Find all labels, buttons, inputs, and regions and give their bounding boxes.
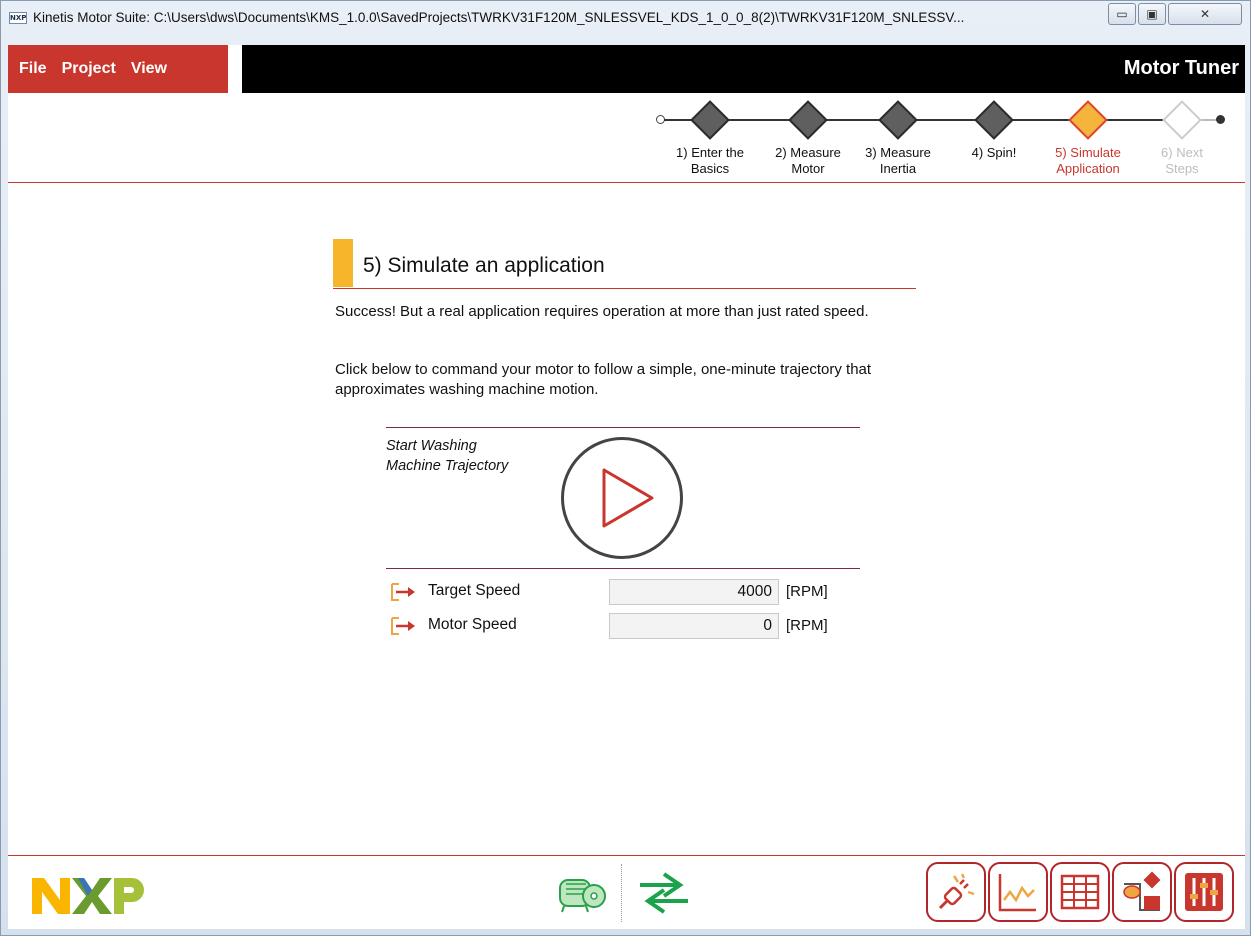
menu-group: File Project View bbox=[8, 45, 228, 93]
step-4-line1: 4) Spin! bbox=[971, 145, 1017, 160]
section-header: 5) Simulate an application bbox=[333, 239, 916, 289]
step-3-marker[interactable] bbox=[878, 100, 918, 140]
motor-status-icon bbox=[559, 879, 606, 913]
trajectory-label: Start Washing Machine Trajectory bbox=[386, 436, 508, 476]
step-1-line2: Basics bbox=[690, 161, 730, 176]
tuning-icon bbox=[1185, 873, 1223, 911]
page-title: 5) Simulate an application bbox=[363, 254, 605, 277]
target-speed-row: Target Speed 4000 [RPM] bbox=[390, 577, 850, 605]
section-accent-bar bbox=[333, 239, 353, 287]
tuning-tool-button[interactable] bbox=[1174, 862, 1234, 922]
target-speed-label: Target Speed bbox=[428, 582, 521, 599]
footer-bar bbox=[8, 855, 1245, 929]
menu-file[interactable]: File bbox=[19, 60, 47, 78]
step-3-line2: Inertia bbox=[879, 161, 917, 176]
step-5-line1: 5) Simulate bbox=[1055, 145, 1121, 160]
step-5-label[interactable]: 5) Simulate Application bbox=[1043, 145, 1133, 177]
instruction-paragraph: Click below to command your motor to fol… bbox=[335, 361, 872, 398]
step-1-line1: 1) Enter the bbox=[676, 145, 744, 160]
step-5-line2: Application bbox=[1056, 161, 1120, 176]
step-1-marker[interactable] bbox=[690, 100, 730, 140]
scope-tool-button[interactable] bbox=[988, 862, 1048, 922]
step-4-marker[interactable] bbox=[974, 100, 1014, 140]
trajectory-panel: Start Washing Machine Trajectory bbox=[386, 427, 860, 569]
input-arrow-icon bbox=[391, 583, 415, 601]
trajectory-label-line1: Start Washing bbox=[386, 438, 477, 454]
step-2-line1: 2) Measure bbox=[775, 145, 841, 160]
client-area: File Project View Motor Tuner 1) Enter t… bbox=[8, 45, 1245, 929]
step-6-label[interactable]: 6) Next Steps bbox=[1137, 145, 1227, 177]
table-icon bbox=[1060, 874, 1100, 910]
step-3-line1: 3) Measure bbox=[865, 145, 931, 160]
play-icon bbox=[602, 468, 654, 528]
app-window: NXP Kinetis Motor Suite: C:\Users\dws\Do… bbox=[0, 0, 1251, 936]
status-divider bbox=[621, 864, 622, 922]
control-diagram-icon bbox=[1123, 871, 1161, 911]
table-tool-button[interactable] bbox=[1050, 862, 1110, 922]
motor-speed-value: 0 bbox=[609, 613, 779, 639]
trajectory-label-line2: Machine Trajectory bbox=[386, 458, 509, 474]
scope-icon bbox=[998, 874, 1036, 912]
target-speed-unit: [RPM] bbox=[786, 583, 828, 600]
motor-speed-label: Motor Speed bbox=[428, 616, 517, 633]
step-5-marker[interactable] bbox=[1068, 100, 1108, 140]
step-6-marker[interactable] bbox=[1162, 100, 1202, 140]
input-arrow-icon bbox=[391, 617, 415, 635]
connect-icon bbox=[938, 873, 975, 910]
step-4-label[interactable]: 4) Spin! bbox=[949, 145, 1039, 161]
step-2-label[interactable]: 2) Measure Motor bbox=[763, 145, 853, 177]
motor-speed-unit: [RPM] bbox=[786, 617, 828, 634]
app-icon: NXP bbox=[9, 12, 27, 24]
app-name: Motor Tuner bbox=[1123, 57, 1239, 79]
nxp-logo bbox=[32, 878, 144, 914]
close-button[interactable]: ✕ bbox=[1168, 3, 1242, 25]
stepper-end-dot bbox=[1216, 115, 1225, 124]
menu-view[interactable]: View bbox=[131, 60, 167, 78]
control-diagram-tool-button[interactable] bbox=[1112, 862, 1172, 922]
menu-divider bbox=[228, 45, 242, 93]
step-6-line2: Steps bbox=[1165, 161, 1199, 176]
window-title: Kinetis Motor Suite: C:\Users\dws\Docume… bbox=[33, 10, 965, 25]
step-1-label[interactable]: 1) Enter the Basics bbox=[665, 145, 755, 177]
connect-tool-button[interactable] bbox=[926, 862, 986, 922]
title-bar: NXP Kinetis Motor Suite: C:\Users\dws\Do… bbox=[1, 1, 1250, 35]
step-6-line1: 6) Next bbox=[1161, 145, 1203, 160]
menu-project[interactable]: Project bbox=[62, 60, 116, 78]
target-speed-value[interactable]: 4000 bbox=[609, 579, 779, 605]
step-2-line2: Motor bbox=[791, 161, 825, 176]
start-trajectory-button[interactable] bbox=[561, 437, 683, 559]
step-3-label[interactable]: 3) Measure Inertia bbox=[853, 145, 943, 177]
intro-paragraph: Success! But a real application requires… bbox=[335, 303, 869, 320]
maximize-button[interactable]: ▣ bbox=[1138, 3, 1166, 25]
minimize-button[interactable]: ▭ bbox=[1108, 3, 1136, 25]
menu-bar: File Project View Motor Tuner bbox=[8, 45, 1245, 93]
connection-status-icon bbox=[640, 872, 688, 914]
motor-speed-row: Motor Speed 0 [RPM] bbox=[390, 611, 850, 639]
step-2-marker[interactable] bbox=[788, 100, 828, 140]
